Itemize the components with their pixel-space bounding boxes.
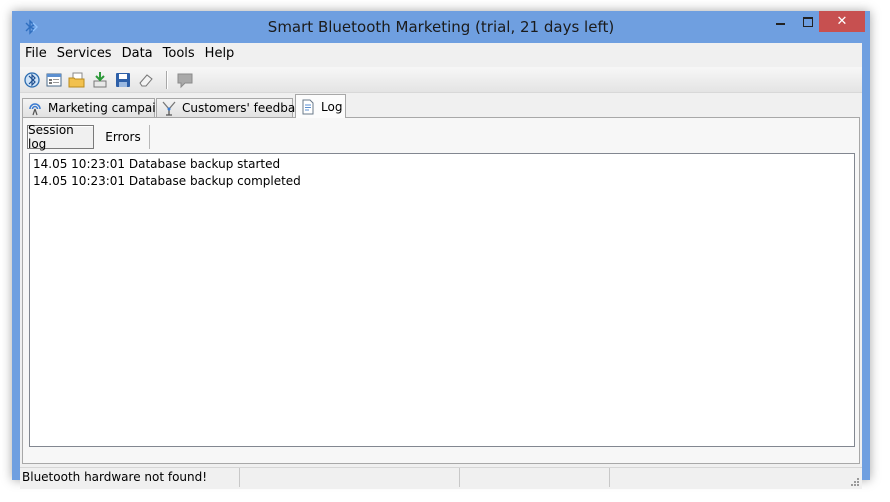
message-icon[interactable] [176,71,194,89]
log-entry[interactable]: 14.05 10:23:01 Database backup completed [33,173,851,190]
subtab-session-log[interactable]: Session log [27,123,94,151]
log-panel: Session log Errors 14.05 10:23:01 Databa… [22,117,860,464]
close-icon: ✕ [836,14,848,29]
toolbar-separator [166,71,168,89]
log-list[interactable]: 14.05 10:23:01 Database backup started 1… [29,153,855,447]
eraser-icon[interactable] [137,71,155,89]
tab-customers-feedback[interactable]: Customers' feedback [156,98,309,117]
close-button[interactable]: ✕ [819,11,865,32]
menu-help[interactable]: Help [200,43,240,65]
status-cell [610,468,850,487]
log-entry[interactable]: 14.05 10:23:01 Database backup started [33,156,851,173]
scan-devices-icon[interactable] [23,71,41,89]
antenna-icon [162,101,176,116]
tab-log[interactable]: Log [295,94,346,118]
maximize-icon [802,16,813,27]
status-cell [460,468,610,487]
properties-icon[interactable] [45,71,63,89]
broadcast-icon [29,103,41,116]
maximize-button[interactable] [794,11,821,32]
toolbar [20,67,862,93]
title-bar[interactable]: Smart Bluetooth Marketing (trial, 21 day… [12,11,870,43]
menu-services[interactable]: Services [52,43,117,65]
menu-file[interactable]: File [20,43,52,65]
open-folder-icon[interactable] [68,71,86,89]
status-cell [240,468,460,487]
minimize-icon [776,22,785,25]
status-message: Bluetooth hardware not found! [20,468,240,487]
import-icon[interactable] [91,71,109,89]
tab-marketing-campaigns[interactable]: Marketing campaigns [22,98,177,117]
window-title: Smart Bluetooth Marketing (trial, 21 day… [267,18,615,36]
minimize-button[interactable] [767,11,794,32]
resize-grip-icon[interactable] [850,477,860,487]
menu-data[interactable]: Data [117,43,158,65]
tab-label: Log [321,99,343,114]
tab-label: Customers' feedback [182,101,309,115]
client-area: File Services Data Tools Help Marketing … [20,43,862,489]
menu-tools[interactable]: Tools [158,43,200,65]
status-bar: Bluetooth hardware not found! [20,467,862,489]
main-tabs: Marketing campaigns Customers' feedback … [20,94,862,118]
save-icon[interactable] [114,71,132,89]
subtab-errors[interactable]: Errors [97,125,150,149]
menu-bar: File Services Data Tools Help [20,43,862,65]
log-document-icon [302,99,314,114]
app-window: Smart Bluetooth Marketing (trial, 21 day… [12,11,870,489]
